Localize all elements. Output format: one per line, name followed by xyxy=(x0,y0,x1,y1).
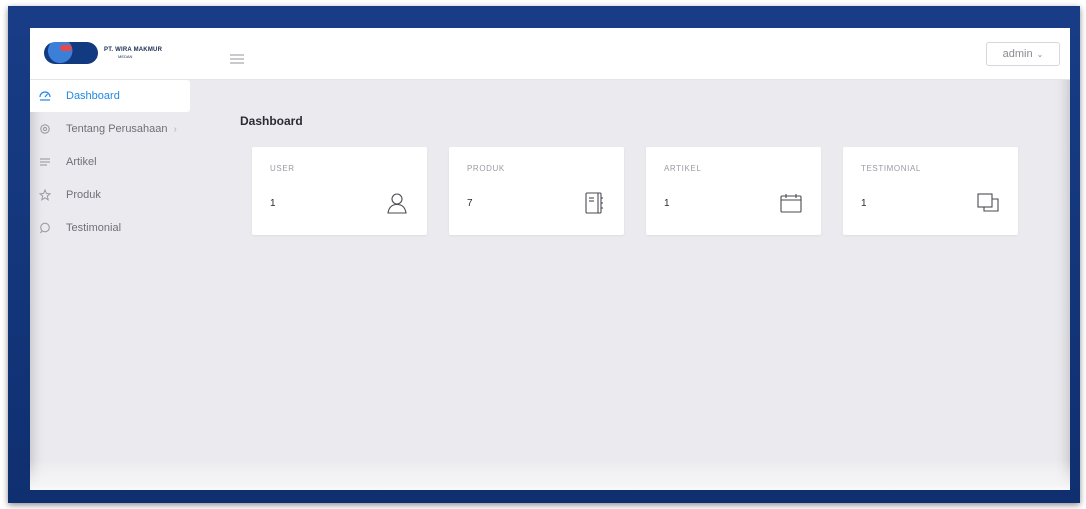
stat-card-artikel[interactable]: ARTIKEL 1 xyxy=(646,147,821,235)
sidebar-item-produk[interactable]: Produk xyxy=(30,179,200,211)
sidebar-item-tentang-perusahaan[interactable]: Tentang Perusahaan › xyxy=(30,113,200,145)
chat-icon xyxy=(38,221,52,235)
dashboard-icon xyxy=(38,89,52,103)
sidebar: Dashboard Tentang Perusahaan › Artikel P… xyxy=(30,80,200,244)
card-label: ARTIKEL xyxy=(664,164,702,173)
star-icon xyxy=(38,188,52,202)
card-label: USER xyxy=(270,164,295,173)
page-title: Dashboard xyxy=(240,114,303,128)
user-menu-button[interactable]: admin ⌄ xyxy=(986,42,1060,66)
app-screen: PT. WIRA MAKMUR MEDAN admin ⌄ Dashboard xyxy=(30,28,1070,490)
stat-cards: USER 1 PRODUK 7 ARTIKEL 1 TESTIMONIAL 1 xyxy=(252,147,1018,235)
notebook-icon xyxy=(585,192,603,214)
stat-card-produk[interactable]: PRODUK 7 xyxy=(449,147,624,235)
sidebar-item-label: Testimonial xyxy=(66,222,122,234)
sidebar-item-label: Tentang Perusahaan xyxy=(66,123,168,135)
menu-toggle-icon[interactable] xyxy=(230,54,244,64)
user-label: admin xyxy=(1002,48,1033,60)
window-frame: PT. WIRA MAKMUR MEDAN admin ⌄ Dashboard xyxy=(8,6,1080,503)
user-icon xyxy=(387,193,407,214)
card-value: 1 xyxy=(270,198,276,209)
top-bar: PT. WIRA MAKMUR MEDAN admin ⌄ xyxy=(30,28,1070,80)
card-label: TESTIMONIAL xyxy=(861,164,921,173)
card-label: PRODUK xyxy=(467,164,505,173)
sidebar-item-label: Dashboard xyxy=(66,90,120,102)
calendar-icon xyxy=(780,194,802,213)
logo-icon xyxy=(44,42,98,64)
stat-card-user[interactable]: USER 1 xyxy=(252,147,427,235)
chevron-down-icon: ⌄ xyxy=(1036,49,1044,59)
chevron-right-icon: › xyxy=(173,123,177,135)
copy-icon xyxy=(977,193,999,212)
logo-name: PT. WIRA MAKMUR xyxy=(104,47,163,53)
company-logo[interactable]: PT. WIRA MAKMUR MEDAN xyxy=(44,42,162,64)
sidebar-item-label: Artikel xyxy=(66,156,97,168)
logo-city: MEDAN xyxy=(118,54,133,59)
list-icon xyxy=(38,155,52,169)
settings-icon xyxy=(38,122,52,136)
sidebar-item-dashboard[interactable]: Dashboard xyxy=(30,80,190,112)
sidebar-item-artikel[interactable]: Artikel xyxy=(30,146,200,178)
card-value: 7 xyxy=(467,198,473,209)
card-value: 1 xyxy=(861,198,867,209)
card-value: 1 xyxy=(664,198,670,209)
sidebar-item-label: Produk xyxy=(66,189,101,201)
sidebar-item-testimonial[interactable]: Testimonial xyxy=(30,212,200,244)
stat-card-testimonial[interactable]: TESTIMONIAL 1 xyxy=(843,147,1018,235)
